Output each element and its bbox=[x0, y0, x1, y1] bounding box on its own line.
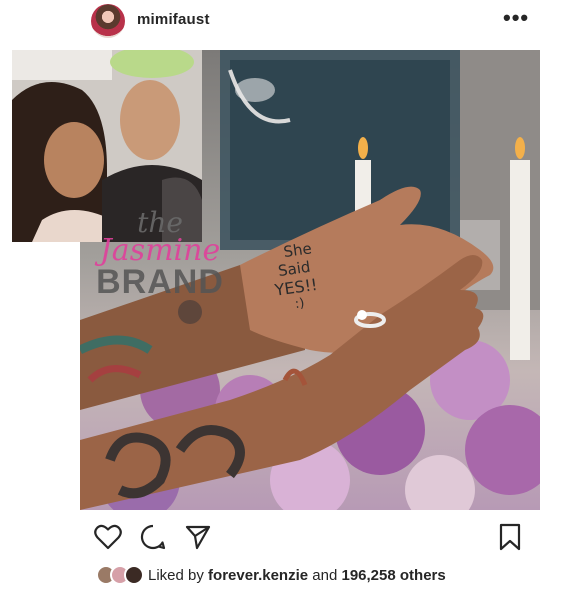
likes-prefix: Liked by bbox=[148, 566, 204, 584]
heart-icon[interactable] bbox=[91, 520, 125, 554]
profile-avatar[interactable] bbox=[91, 4, 125, 38]
watermark-jasmine: Jasmine bbox=[99, 233, 221, 268]
likes-count[interactable]: 196,258 others bbox=[341, 567, 445, 584]
username-link[interactable]: mimifaust bbox=[137, 11, 210, 28]
more-icon[interactable]: ••• bbox=[503, 7, 529, 29]
share-icon[interactable] bbox=[181, 520, 215, 554]
likes-row: Liked by forever.kenzie and 196,258 othe… bbox=[96, 563, 446, 587]
bookmark-icon[interactable] bbox=[493, 520, 527, 554]
likes-text: Liked by forever.kenzie and 196,258 othe… bbox=[148, 567, 446, 584]
liker-avatar bbox=[124, 565, 144, 585]
action-bar bbox=[80, 518, 540, 558]
liker-avatars[interactable] bbox=[96, 564, 148, 586]
watermark: the Jasmine BRAND bbox=[80, 209, 240, 301]
liker-username[interactable]: forever.kenzie bbox=[208, 567, 308, 584]
watermark-brand: BRAND bbox=[96, 263, 224, 301]
comment-icon[interactable] bbox=[136, 520, 170, 554]
likes-middle: and bbox=[312, 566, 338, 584]
post-header: mimifaust ••• bbox=[0, 0, 561, 46]
palm-writing: She Said YES!! :) bbox=[268, 235, 347, 314]
